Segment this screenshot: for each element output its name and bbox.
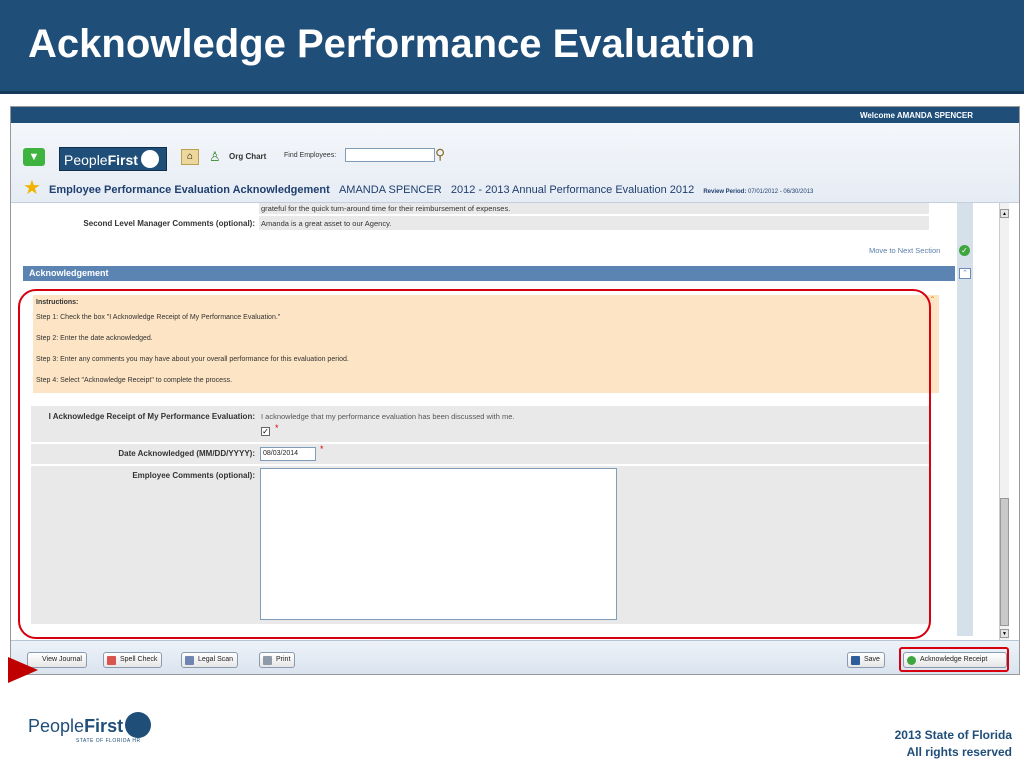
home-icon[interactable]: ⌂: [181, 149, 199, 165]
copyright: 2013 State of Florida All rights reserve…: [895, 727, 1012, 761]
footer-logo: PeopleFirst: [28, 712, 152, 738]
evaluation-name: 2012 - 2013 Annual Performance Evaluatio…: [450, 184, 695, 196]
org-chart-icon[interactable]: ♙: [209, 149, 221, 165]
save-button[interactable]: Save: [847, 652, 885, 668]
action-bar: View Journal Spell Check Legal Scan Prin…: [11, 640, 1019, 674]
review-period: Review Period: 07/01/2012 - 06/30/2013: [703, 189, 813, 195]
section-header-acknowledgement: Acknowledgement: [23, 266, 955, 281]
pointer-arrow-icon: [8, 657, 38, 683]
print-button[interactable]: Print: [259, 652, 296, 668]
star-icon: ★: [23, 177, 41, 199]
save-label: Save: [864, 656, 880, 663]
find-employees-label: Find Employees:: [284, 152, 337, 159]
check-circle-icon: ✓: [959, 245, 970, 256]
second-level-label: Second Level Manager Comments (optional)…: [83, 219, 255, 228]
copyright-line-2: All rights reserved: [906, 745, 1012, 759]
employee-name: AMANDA SPENCER: [338, 184, 442, 196]
printer-icon: [263, 656, 272, 665]
people-first-logo[interactable]: PeopleFirst: [59, 147, 167, 171]
legal-scan-icon: [185, 656, 194, 665]
logo-mark-icon: [140, 150, 159, 168]
scroll-down-icon[interactable]: ▼: [1000, 629, 1009, 638]
highlight-outline: [18, 289, 931, 639]
review-period-label: Review Period:: [703, 189, 747, 195]
footer-logo-mark-icon: [125, 712, 152, 738]
welcome-bar: Welcome AMANDA SPENCER: [11, 107, 1019, 123]
view-journal-label: View Journal: [42, 656, 82, 663]
search-people-icon[interactable]: ⚲: [435, 146, 445, 163]
logo-bold: First: [107, 152, 138, 168]
second-level-value: Amanda is a great asset to our Agency.: [261, 219, 392, 228]
vertical-scrollbar[interactable]: ▲ ▼: [999, 203, 1009, 640]
footer-logo-text: People: [28, 716, 85, 736]
acknowledge-highlight-outline: [899, 647, 1009, 672]
footer-logo-bold: First: [84, 716, 124, 736]
spell-check-label: Spell Check: [120, 656, 158, 663]
move-next-section-link[interactable]: Move to Next Section: [869, 246, 940, 255]
floppy-disk-icon: [851, 656, 860, 665]
scroll-up-icon[interactable]: ▲: [1000, 209, 1009, 218]
spell-check-button[interactable]: Spell Check: [103, 652, 163, 668]
slide-title: Acknowledge Performance Evaluation: [28, 22, 755, 66]
expand-icon[interactable]: ▼: [23, 148, 45, 166]
legal-scan-label: Legal Scan: [198, 656, 234, 663]
legal-scan-button[interactable]: Legal Scan: [181, 652, 239, 668]
collapse-icon[interactable]: ⌃: [959, 268, 971, 279]
footer-logo-subtitle: STATE OF FLORIDA HR: [76, 738, 141, 744]
app-header: ▼ PeopleFirst ⌂ ♙ Org Chart Find Employe…: [11, 123, 1019, 203]
scroll-thumb[interactable]: [1000, 498, 1009, 626]
find-employees-input[interactable]: [345, 148, 435, 162]
logo-text: People: [64, 152, 108, 168]
prev-comment-text: grateful for the quick turn-around time …: [261, 204, 511, 213]
spell-check-icon: [107, 656, 116, 665]
slide-header: Acknowledge Performance Evaluation: [0, 0, 1024, 94]
review-period-value: 07/01/2012 - 06/30/2013: [748, 189, 814, 195]
page-title-text: Employee Performance Evaluation Acknowle…: [49, 184, 330, 196]
print-label: Print: [276, 656, 291, 663]
page-title: Employee Performance Evaluation Acknowle…: [49, 184, 813, 196]
org-chart-link[interactable]: Org Chart: [229, 152, 266, 161]
copyright-line-1: 2013 State of Florida: [894, 728, 1012, 742]
